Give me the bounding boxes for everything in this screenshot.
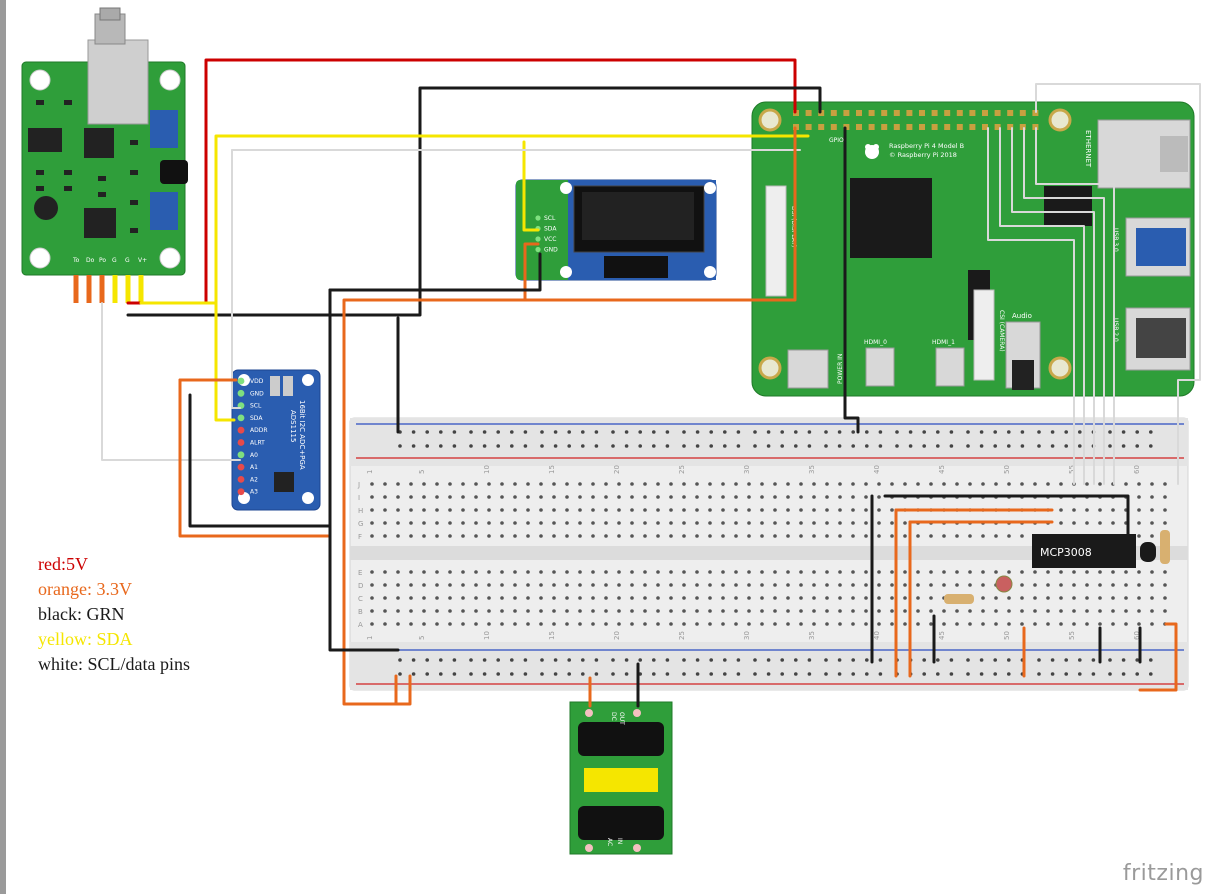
csi-label: CSI (CAMERA) (998, 310, 1005, 352)
psu-in: IN (616, 838, 623, 844)
legend-yellow: yellow: SDA (38, 629, 133, 649)
ads-pin-label: A0 (250, 452, 258, 459)
bb-row-C: C (358, 595, 363, 603)
power-supply-module: DC OUT AC IN (569, 701, 673, 855)
power-label: POWER IN (837, 354, 844, 384)
legend-orange: orange: 3.3V (38, 579, 132, 599)
audio-label: Audio (1012, 312, 1032, 320)
sensor-pin-label: V+ (138, 257, 147, 264)
bb-row-E: E (358, 569, 362, 577)
psu-dc: DC (610, 712, 617, 721)
resistor-1 (944, 594, 974, 604)
bb-col-bottom-55: 55 (1068, 631, 1076, 640)
bb-col-bottom-50: 50 (1003, 631, 1011, 640)
bb-row-B: B (358, 608, 363, 616)
bb-col-bottom-45: 45 (938, 631, 946, 640)
sensor-module: To Do Po G G V+ (21, 7, 188, 303)
bb-col-bottom-35: 35 (808, 631, 816, 640)
bb-col-top-15: 15 (548, 465, 556, 474)
hdmi1-label: HDMI_1 (932, 339, 955, 346)
ads-pin-label: ALRT (250, 440, 265, 447)
ads-pin-label: SDA (250, 415, 263, 422)
hdmi0-label: HDMI_0 (864, 339, 887, 346)
ads-pin-label: ADDR (250, 427, 268, 434)
fritzing-watermark: fritzing (1122, 861, 1204, 886)
bb-col-top-30: 30 (743, 465, 751, 474)
resistor-2 (1160, 530, 1170, 564)
bb-col-bottom-5: 5 (418, 636, 426, 640)
ads-pin-label: GND (250, 390, 264, 397)
pi-model: Raspberry Pi 4 Model B (889, 142, 964, 150)
ads-pin-label: SCL (250, 403, 262, 410)
ads-pin-label: A1 (250, 464, 258, 471)
oled-pin-label: SCL (544, 215, 556, 222)
bb-col-top-45: 45 (938, 465, 946, 474)
raspberry-logo (865, 144, 879, 159)
oled-pin-label: SDA (544, 226, 557, 233)
ads-pin-label: A2 (250, 476, 258, 483)
bb-row-F: F (358, 533, 362, 541)
oled-pin-label: GND (544, 247, 558, 254)
bb-row-A: A (358, 621, 363, 629)
bb-col-top-1: 1 (366, 470, 374, 474)
bb-row-D: D (358, 582, 363, 590)
psu-out: OUT (618, 712, 625, 725)
bb-col-top-5: 5 (418, 470, 426, 474)
soc-chip (850, 178, 932, 258)
psu-ac: AC (606, 838, 613, 846)
ethernet-label: ETHERNET (1084, 130, 1092, 168)
legend-white: white: SCL/data pins (38, 654, 190, 674)
legend-red: red:5V (38, 554, 88, 574)
bb-col-bottom-30: 30 (743, 631, 751, 640)
oled-pin-label: VCC (544, 236, 556, 243)
mcp3008-chip: MCP3008 (1032, 534, 1136, 568)
bb-col-bottom-10: 10 (483, 631, 491, 640)
sensor-pin-label: Po (99, 257, 106, 264)
bb-col-top-50: 50 (1003, 465, 1011, 474)
left-border (0, 0, 6, 894)
bb-col-bottom-1: 1 (366, 636, 374, 640)
bb-row-I: I (358, 494, 360, 502)
legend-black: black: GRN (38, 604, 125, 624)
bb-row-G: G (358, 520, 363, 528)
bb-col-top-25: 25 (678, 465, 686, 474)
ads-pin-label: A3 (250, 489, 258, 496)
bb-col-top-60: 60 (1133, 465, 1141, 474)
sensor-pin-label: Do (86, 257, 95, 264)
bb-col-bottom-20: 20 (613, 631, 621, 640)
legend: red:5V orange: 3.3V black: GRN yellow: S… (38, 552, 190, 677)
bb-col-top-40: 40 (873, 465, 881, 474)
ads-title: 16Bit I2C ADC+PGA (298, 400, 306, 470)
ads1115-board: 16Bit I2C ADC+PGA ADS1115 VDD GND SCL SDA AD… (231, 369, 321, 511)
mcp3008-label: MCP3008 (1040, 546, 1092, 559)
sensor-pin-label: G (125, 257, 130, 264)
ads-part: ADS1115 (289, 410, 297, 442)
bb-row-J: J (357, 481, 360, 489)
bb-col-top-35: 35 (808, 465, 816, 474)
ads-pin-label: VDD (250, 378, 264, 385)
gpio-label: GPIO (829, 137, 844, 144)
sensor-pin-label: G (112, 257, 117, 264)
bb-col-top-10: 10 (483, 465, 491, 474)
bb-col-bottom-15: 15 (548, 631, 556, 640)
bb-col-bottom-40: 40 (873, 631, 881, 640)
bb-col-bottom-25: 25 (678, 631, 686, 640)
wiring-diagram: 1155101015152020252530303535404045455050… (0, 0, 1201, 894)
pi-copyright: © Raspberry Pi 2018 (889, 151, 957, 159)
bb-col-top-20: 20 (613, 465, 621, 474)
temp-sensor (1140, 542, 1156, 562)
sensor-pin-label: To (72, 257, 80, 264)
ldr-sensor (995, 575, 1013, 593)
raspberry-pi: GPIO Raspberry Pi 4 Model B © Raspberry … (751, 101, 1195, 397)
oled-display: SCL SDA VCC GND (515, 179, 717, 281)
bb-row-H: H (358, 507, 363, 515)
